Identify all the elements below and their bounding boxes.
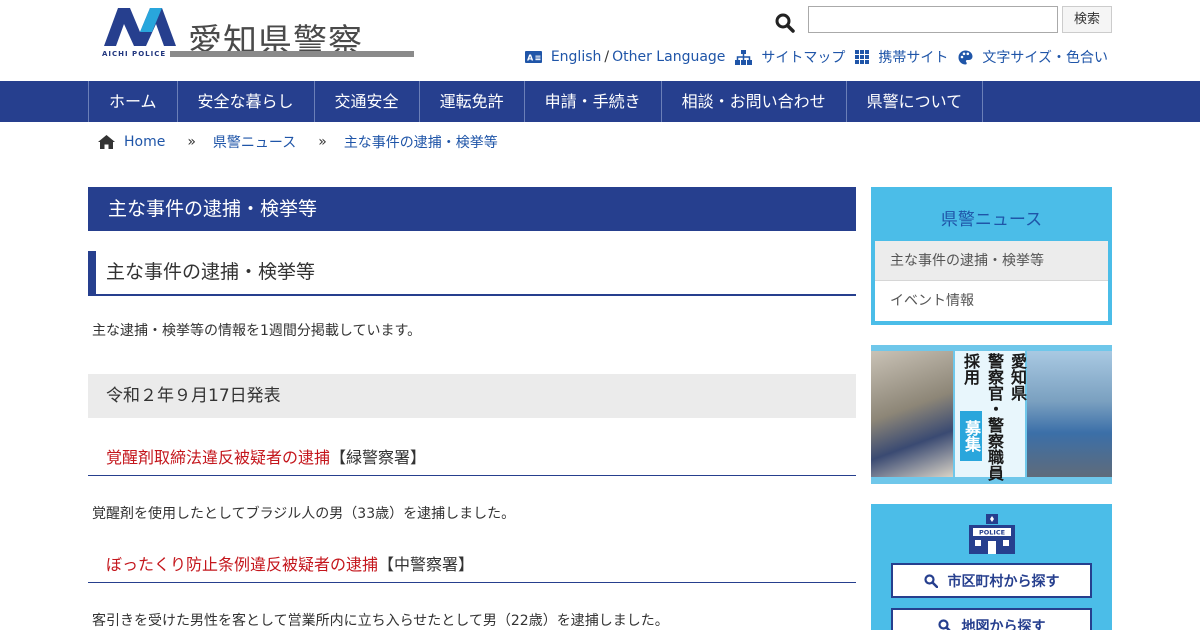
search-icon xyxy=(923,573,938,588)
util-mobile-label: 携帯サイト xyxy=(878,50,949,66)
search-icon xyxy=(937,618,951,630)
breadcrumb-separator: » xyxy=(318,134,327,150)
breadcrumb-police-news[interactable]: 県警ニュース xyxy=(213,132,296,152)
news-description: 覚醒剤を使用したとしてブラジル人の男（33歳）を逮捕しました。 xyxy=(92,506,516,522)
logo-subtitle: AICHI POLICE xyxy=(102,50,167,58)
svg-text:A: A xyxy=(527,54,534,63)
language-icon: A ≡ xyxy=(524,51,542,63)
police-sign-text: POLICE xyxy=(979,529,1005,537)
sidebar-news-title[interactable]: 県警ニュース xyxy=(871,205,1112,230)
news-description: 客引きを受けた男性を客として営業所内に立ち入らせたとして男（22歳）を逮捕しまし… xyxy=(92,613,669,629)
palette-icon xyxy=(958,50,973,64)
news-item: ぼったくり防止条例違反被疑者の逮捕【中警察署】 客引きを受けた男性を客として営業… xyxy=(88,549,856,629)
banner-line-hiring: 採用 xyxy=(961,353,980,385)
section-title: 主な事件の逮捕・検挙等 xyxy=(88,251,856,296)
search-by-map-label: 地図から探す xyxy=(961,618,1046,630)
banner-photo-officer xyxy=(871,351,953,477)
gnav-item-about[interactable]: 県警について xyxy=(847,81,984,122)
breadcrumb: Home » 県警ニュース » 主な事件の逮捕・検挙等 xyxy=(98,132,498,152)
util-english-label: English xyxy=(550,49,602,65)
site-header: 愛知県警察 AICHI POLICE 検索 A ≡ English / Othe… xyxy=(0,0,1200,81)
news-station: 【中警察署】 xyxy=(378,555,475,574)
gnav-item-applications[interactable]: 申請・手続き xyxy=(525,81,662,122)
banner-line-prefecture: 愛知県 xyxy=(1008,353,1027,401)
gnav-item-drivers-license[interactable]: 運転免許 xyxy=(420,81,525,122)
breadcrumb-current[interactable]: 主な事件の逮捕・検挙等 xyxy=(344,132,498,152)
util-text-size-label: 文字サイズ・色合い xyxy=(982,50,1108,66)
util-english[interactable]: A ≡ English xyxy=(524,49,602,65)
svg-text:≡: ≡ xyxy=(534,54,541,63)
sidebar-news-menu: 主な事件の逮捕・検挙等 イベント情報 xyxy=(875,241,1108,321)
util-mobile-site[interactable]: 携帯サイト xyxy=(855,47,948,67)
logo-underline xyxy=(170,51,414,57)
util-text-size[interactable]: 文字サイズ・色合い xyxy=(958,47,1108,67)
home-icon xyxy=(98,135,115,149)
search-by-map-button[interactable]: 地図から探す xyxy=(891,608,1092,630)
util-sitemap[interactable]: サイトマップ xyxy=(735,47,845,67)
gnav-item-home[interactable]: ホーム xyxy=(89,81,178,122)
recruitment-banner[interactable]: 愛知県 警察官・警察職員 採用 募集 xyxy=(871,345,1112,484)
police-station-finder: POLICE 市区町村から探す 地図から探す xyxy=(871,504,1112,630)
search-input[interactable] xyxy=(808,6,1058,33)
gnav-item-traffic-safety[interactable]: 交通安全 xyxy=(315,81,420,122)
search-by-municipality-label: 市区町村から探す xyxy=(947,573,1060,590)
global-nav-list: ホーム 安全な暮らし 交通安全 運転免許 申請・手続き 相談・お問い合わせ 県警… xyxy=(88,81,984,122)
police-station-icon: POLICE xyxy=(969,514,1015,554)
news-title-link[interactable]: ぼったくり防止条例違反被疑者の逮捕 xyxy=(106,555,378,574)
breadcrumb-separator: » xyxy=(187,134,196,150)
banner-line-staff: 警察官・警察職員 xyxy=(985,353,1004,481)
banner-photo-riot-squad xyxy=(1027,351,1112,477)
util-separator: / xyxy=(604,49,610,65)
breadcrumb-home[interactable]: Home xyxy=(124,134,165,150)
page-title: 主な事件の逮捕・検挙等 xyxy=(88,187,856,231)
news-title-link[interactable]: 覚醒剤取締法違反被疑者の逮捕 xyxy=(106,448,330,467)
util-other-language[interactable]: Other Language xyxy=(612,49,725,65)
search-by-municipality-button[interactable]: 市区町村から探す xyxy=(891,563,1092,598)
sidebar-news-box: 県警ニュース 主な事件の逮捕・検挙等 イベント情報 xyxy=(871,187,1112,325)
grid-icon xyxy=(855,50,870,64)
date-heading: 令和２年９月17日発表 xyxy=(88,374,856,418)
banner-line-recruiting: 募集 xyxy=(960,411,982,461)
gnav-item-safe-living[interactable]: 安全な暮らし xyxy=(178,81,315,122)
global-nav: ホーム 安全な暮らし 交通安全 運転免許 申請・手続き 相談・お問い合わせ 県警… xyxy=(0,81,1200,122)
intro-text: 主な逮捕・検挙等の情報を1週間分掲載しています。 xyxy=(92,323,422,339)
site-logo[interactable]: 愛知県警察 AICHI POLICE xyxy=(100,2,416,62)
news-title: ぼったくり防止条例違反被疑者の逮捕【中警察署】 xyxy=(88,549,856,583)
sidebar-item-events[interactable]: イベント情報 xyxy=(875,281,1108,321)
news-station: 【緑警察署】 xyxy=(330,448,427,467)
search-icon[interactable] xyxy=(775,13,795,33)
gnav-item-consultation[interactable]: 相談・お問い合わせ xyxy=(662,81,847,122)
sidebar-item-arrests[interactable]: 主な事件の逮捕・検挙等 xyxy=(875,241,1108,281)
news-title: 覚醒剤取締法違反被疑者の逮捕【緑警察署】 xyxy=(88,442,856,476)
sitemap-icon xyxy=(735,49,753,65)
news-item: 覚醒剤取締法違反被疑者の逮捕【緑警察署】 覚醒剤を使用したとしてブラジル人の男（… xyxy=(88,442,856,522)
utility-nav: A ≡ English / Other Language サイトマップ 携帯サイ… xyxy=(515,47,1108,67)
util-sitemap-label: サイトマップ xyxy=(761,50,846,66)
search-button[interactable]: 検索 xyxy=(1062,6,1112,33)
